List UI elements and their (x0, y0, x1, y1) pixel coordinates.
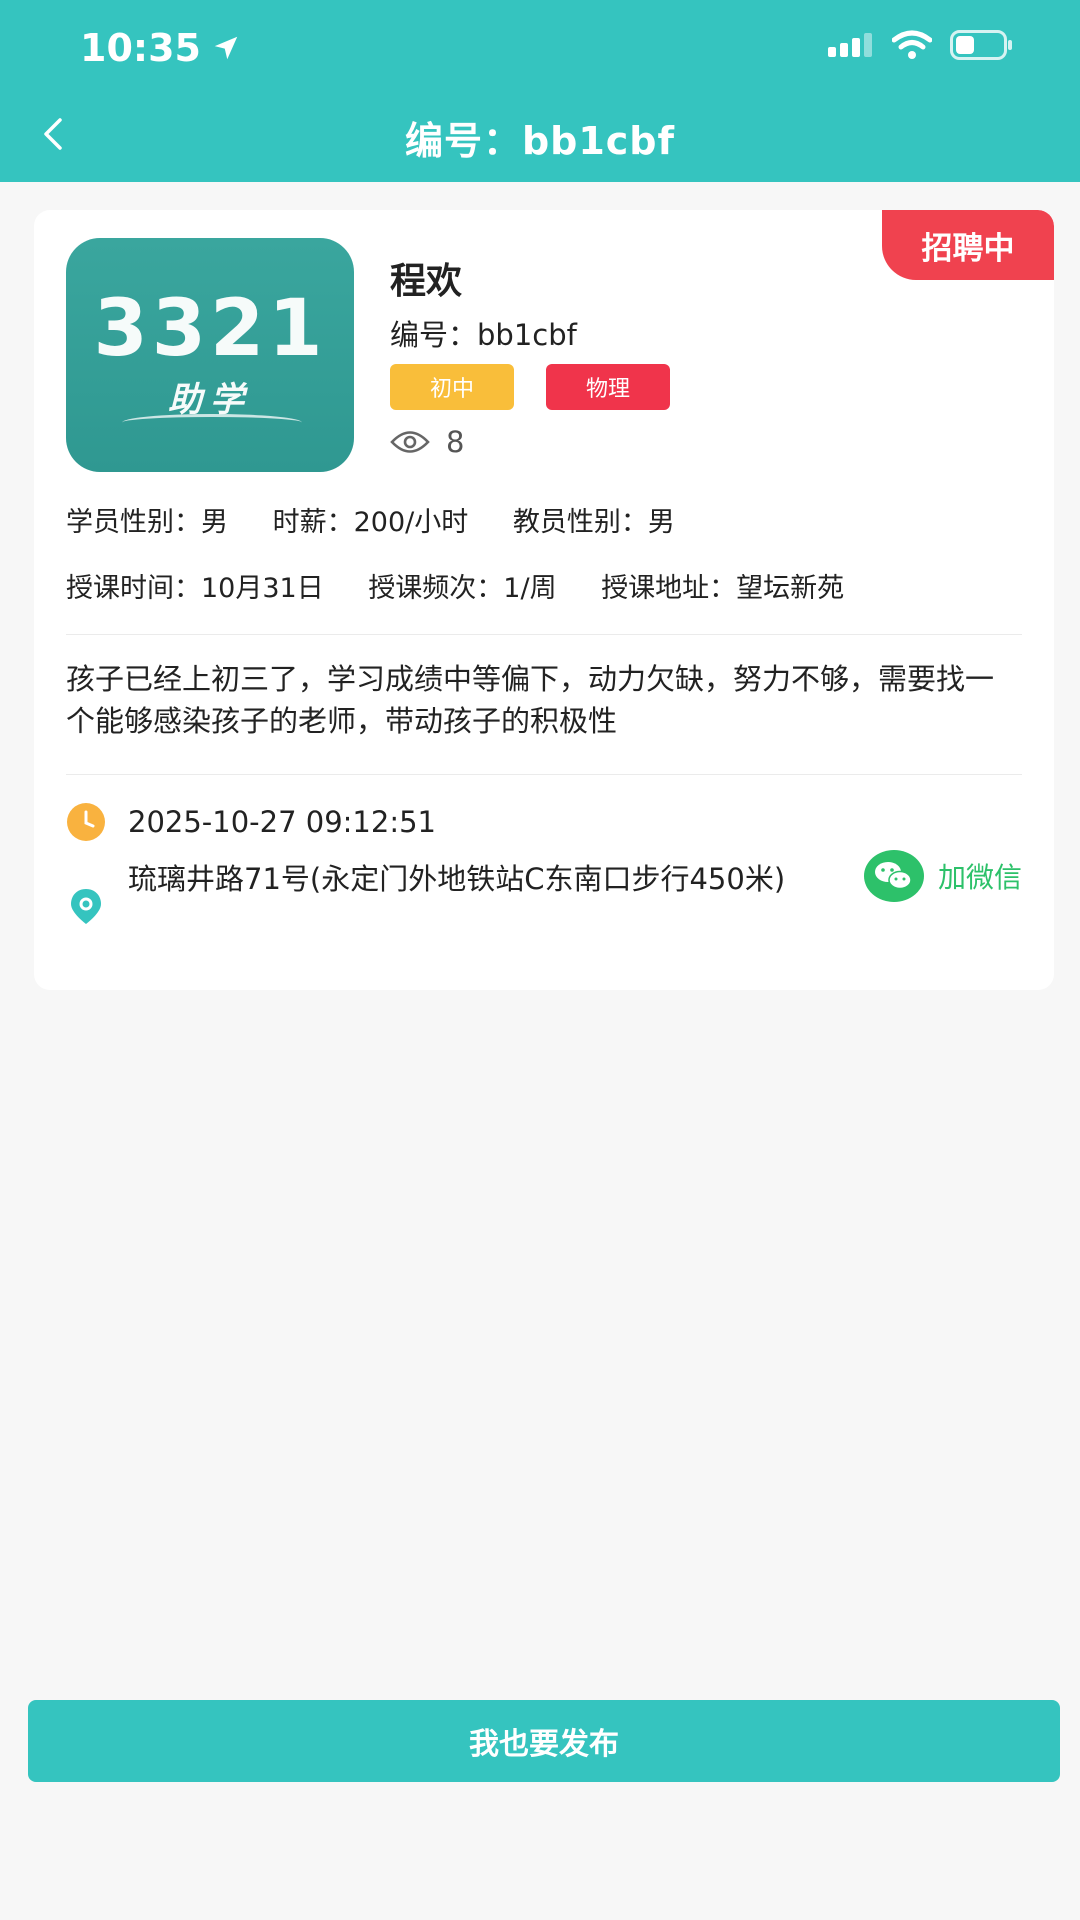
add-wechat-label: 加微信 (937, 861, 1022, 894)
grade-tag: 初中 (390, 364, 514, 410)
request-code: 编号：bb1cbf (390, 318, 577, 352)
teacher-gender: 教员性别：男 (512, 507, 675, 538)
request-description: 孩子已经上初三了，学习成绩中等偏下，动力欠缺，努力不够，需要找一个能够感染孩子的… (66, 662, 995, 738)
wifi-icon (892, 30, 932, 59)
status-bar-time: 10:35 (80, 26, 241, 70)
app-logo: 3321 助学 (66, 238, 354, 472)
post-time-row: 2025-10-27 09:12:51 (66, 802, 436, 842)
location-arrow-icon (214, 36, 238, 60)
logo-curve (122, 414, 302, 431)
status-time-text: 10:35 (80, 26, 201, 70)
divider (66, 634, 1022, 635)
info-row-schedule: 授课时间：10月31日 授课频次：1/周 授课地址：望坛新苑 (66, 566, 880, 605)
hourly-pay: 时薪：200/小时 (272, 507, 469, 538)
status-badge: 招聘中 (882, 210, 1054, 280)
logo-number: 3321 (93, 284, 327, 374)
divider (66, 774, 1022, 775)
eye-icon (390, 431, 430, 453)
lesson-frequency: 授课频次：1/周 (368, 573, 557, 604)
location-pin-icon (71, 889, 101, 924)
top-header: 10:35 编号：bb1cbf (0, 0, 1080, 182)
lesson-address: 授课地址：望坛新苑 (601, 573, 845, 604)
cellular-signal-icon (828, 33, 872, 57)
post-datetime: 2025-10-27 09:12:51 (128, 805, 436, 839)
clock-icon (67, 803, 105, 841)
location-row: 琉璃井路71号(永定门外地铁站C东南口步行450米) (66, 858, 818, 930)
add-wechat-button[interactable]: 加微信 (863, 850, 1022, 902)
client-name: 程欢 (390, 261, 463, 302)
publish-button[interactable]: 我也要发布 (28, 1700, 1060, 1782)
student-gender: 学员性别：男 (66, 507, 228, 538)
lesson-time: 授课时间：10月31日 (66, 573, 324, 604)
info-row-basic: 学员性别：男 时薪：200/小时 教员性别：男 (66, 500, 711, 539)
location-address: 琉璃井路71号(永定门外地铁站C东南口步行450米) (128, 862, 786, 896)
subject-tag: 物理 (546, 364, 670, 410)
view-count-value: 8 (446, 425, 465, 459)
page-title: 编号：bb1cbf (404, 119, 676, 163)
view-count: 8 (390, 425, 464, 459)
wechat-icon (863, 850, 924, 902)
status-bar-indicators (828, 30, 1014, 60)
tutor-request-card: 招聘中 3321 助学 程欢 编号：bb1cbf 初中 物理 8 学员性别：男 … (34, 210, 1054, 990)
battery-icon (950, 30, 1012, 60)
